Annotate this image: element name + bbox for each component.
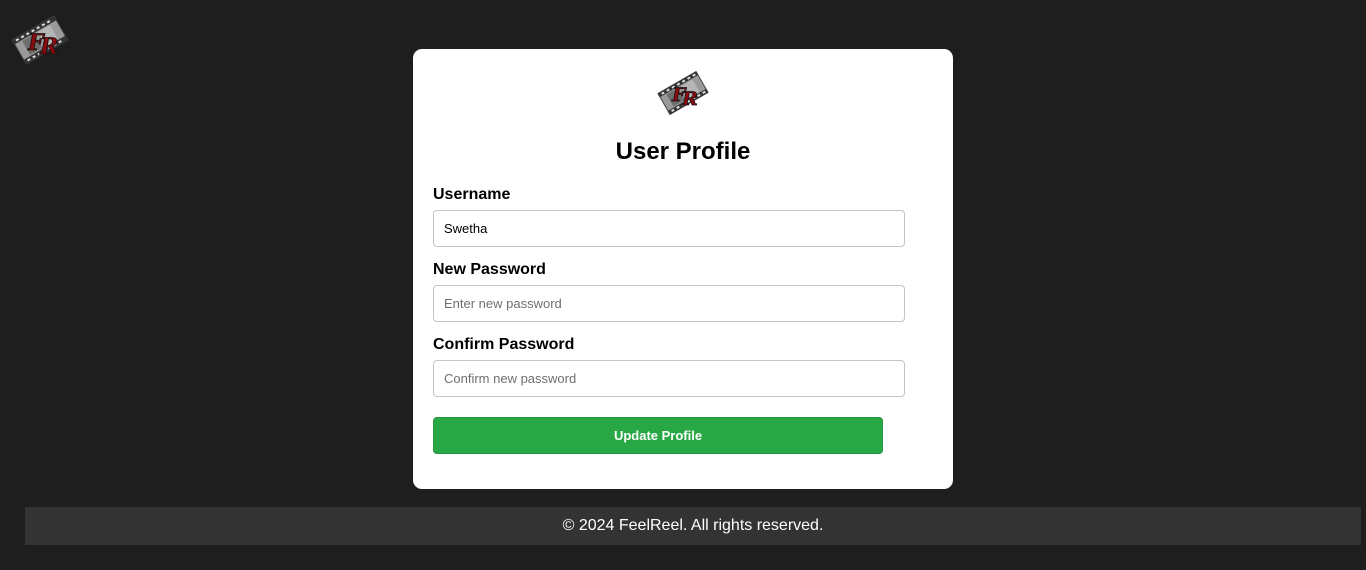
footer-copyright: © 2024 FeelReel. All rights reserved. [562,517,824,534]
username-field[interactable] [433,210,905,247]
username-label: Username [433,186,511,203]
svg-text:R: R [39,34,58,60]
footer: © 2024 FeelReel. All rights reserved. [25,507,1361,545]
confirm-password-label: Confirm Password [433,336,575,353]
profile-card: F R User Profile Username New Password C… [413,49,953,489]
brand-logo-icon[interactable]: F R [10,12,70,68]
svg-text:R: R [681,88,698,110]
new-password-field[interactable] [433,285,905,322]
card-logo-icon: F R [657,69,709,117]
new-password-label: New Password [433,261,546,278]
confirm-password-field[interactable] [433,360,905,397]
update-profile-button[interactable]: Update Profile [433,417,883,454]
page-title: User Profile [615,138,751,165]
